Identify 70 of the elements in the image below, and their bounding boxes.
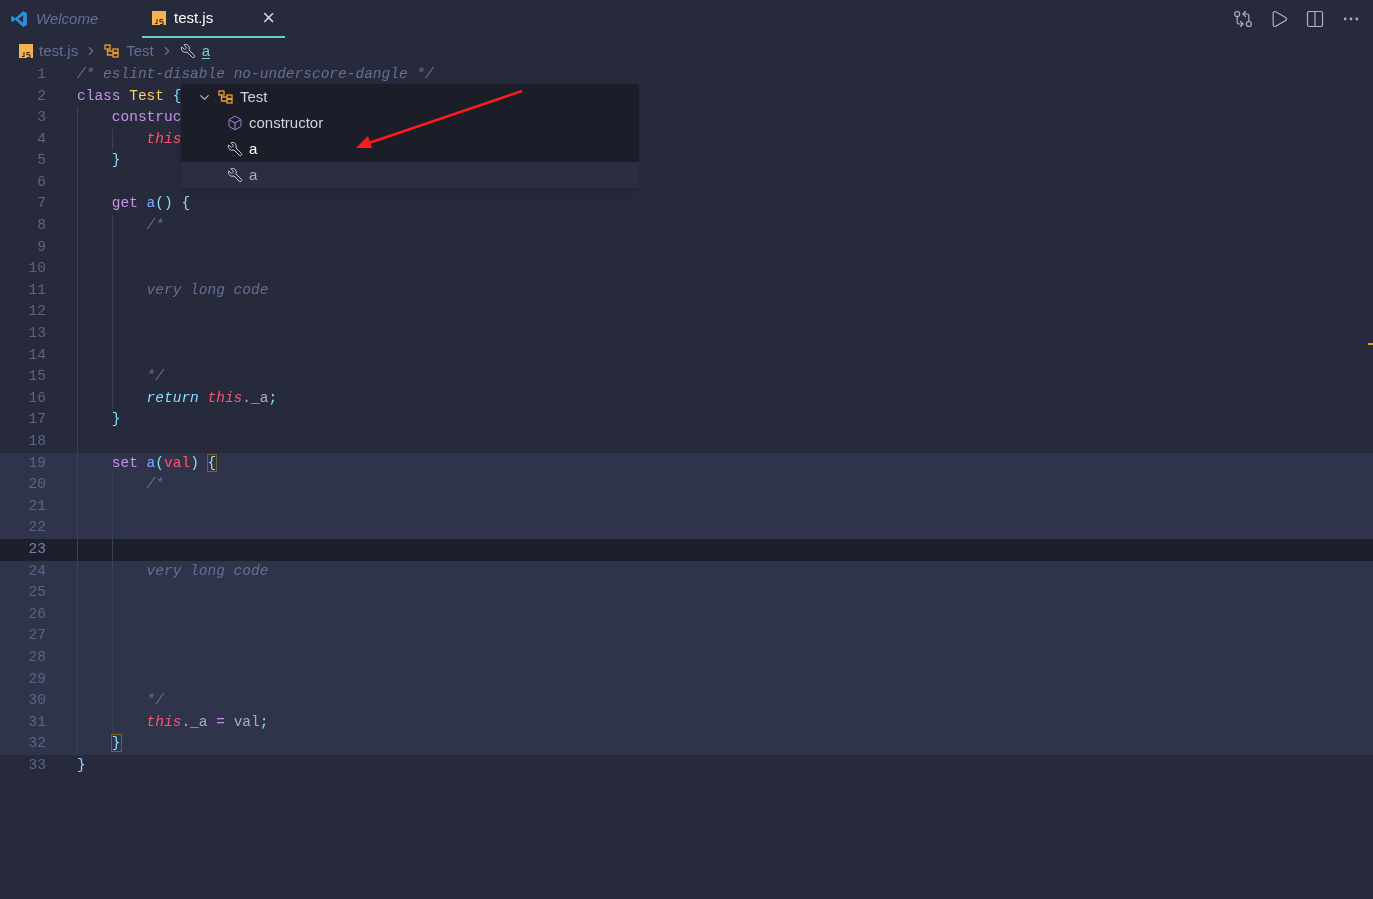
code-text: this bbox=[146, 129, 182, 149]
line-number: 25 bbox=[27, 583, 46, 603]
line-number: 21 bbox=[27, 496, 46, 516]
line-number: 13 bbox=[27, 324, 46, 344]
close-button[interactable]: × bbox=[262, 7, 275, 29]
wrench-icon bbox=[227, 167, 243, 183]
line-number: 28 bbox=[27, 647, 46, 667]
split-editor-icon[interactable] bbox=[1305, 9, 1325, 29]
line-number: 20 bbox=[27, 475, 46, 495]
code-text: very long code bbox=[146, 561, 269, 581]
line-number: 12 bbox=[27, 302, 46, 322]
cube-icon bbox=[227, 115, 243, 131]
line-number: 24 bbox=[27, 561, 46, 581]
line-number: 6 bbox=[36, 172, 46, 192]
js-file-icon bbox=[19, 44, 33, 58]
line-number: 18 bbox=[27, 432, 46, 451]
line-number: 4 bbox=[36, 129, 46, 149]
logo-icon bbox=[10, 10, 28, 28]
line-number: 9 bbox=[36, 237, 46, 257]
code-text: set a(val) { bbox=[111, 453, 217, 473]
wrench-icon bbox=[227, 141, 243, 157]
line-number: 30 bbox=[27, 691, 46, 711]
line-number: 17 bbox=[27, 410, 46, 430]
outline-item[interactable]: a bbox=[181, 136, 639, 162]
code-text: */ bbox=[146, 691, 164, 711]
code-text: get a() { bbox=[111, 194, 191, 214]
line-number: 7 bbox=[36, 194, 46, 214]
line-number: 22 bbox=[27, 518, 46, 538]
code-text: very long code bbox=[146, 280, 269, 300]
wrench-icon bbox=[179, 43, 196, 59]
code-text: /* bbox=[146, 475, 164, 495]
line-number: 26 bbox=[27, 604, 46, 624]
line-number: 15 bbox=[27, 367, 46, 387]
line-number: 31 bbox=[27, 712, 46, 732]
js-file-icon bbox=[152, 11, 166, 25]
line-number: 33 bbox=[27, 755, 46, 775]
editor-tab[interactable]: test.js × bbox=[142, 0, 285, 38]
line-number: 11 bbox=[27, 280, 46, 300]
line-number: 2 bbox=[36, 86, 46, 106]
line-number: 8 bbox=[36, 216, 46, 236]
code-text: construc bbox=[111, 108, 182, 128]
outline-item[interactable]: a bbox=[181, 162, 639, 188]
code-text: } bbox=[111, 734, 121, 754]
code-text: /* eslint-disable no-underscore-dangle */ bbox=[77, 64, 434, 84]
line-number: 10 bbox=[27, 259, 46, 279]
code-text: } bbox=[111, 410, 121, 430]
code-text: class Test { bbox=[77, 86, 182, 106]
line-number: 29 bbox=[27, 669, 46, 689]
outline-item[interactable]: constructor bbox=[181, 110, 639, 136]
code-text: /* bbox=[146, 216, 164, 236]
line-number: 32 bbox=[27, 734, 46, 754]
class-icon bbox=[218, 90, 234, 104]
line-number: 23 bbox=[27, 540, 46, 559]
code-text: */ bbox=[146, 367, 164, 387]
line-number: 14 bbox=[27, 345, 46, 365]
code-text: } bbox=[77, 755, 86, 775]
code-text: return this._a; bbox=[146, 388, 278, 408]
class-icon bbox=[104, 44, 121, 58]
outline-item[interactable]: Test bbox=[181, 84, 639, 110]
breadcrumb-item[interactable]: a bbox=[201, 39, 211, 63]
line-number: 27 bbox=[27, 626, 46, 646]
line-number: 1 bbox=[36, 64, 46, 84]
line-number: 5 bbox=[36, 151, 46, 171]
code-text: this._a = val; bbox=[146, 712, 269, 732]
line-number: 19 bbox=[27, 453, 46, 473]
code-text: } bbox=[111, 151, 121, 171]
line-number: 16 bbox=[27, 388, 46, 408]
scrollbar-mark bbox=[1368, 343, 1373, 345]
line-number: 3 bbox=[36, 108, 46, 128]
compare-changes-icon[interactable] bbox=[1233, 9, 1253, 29]
